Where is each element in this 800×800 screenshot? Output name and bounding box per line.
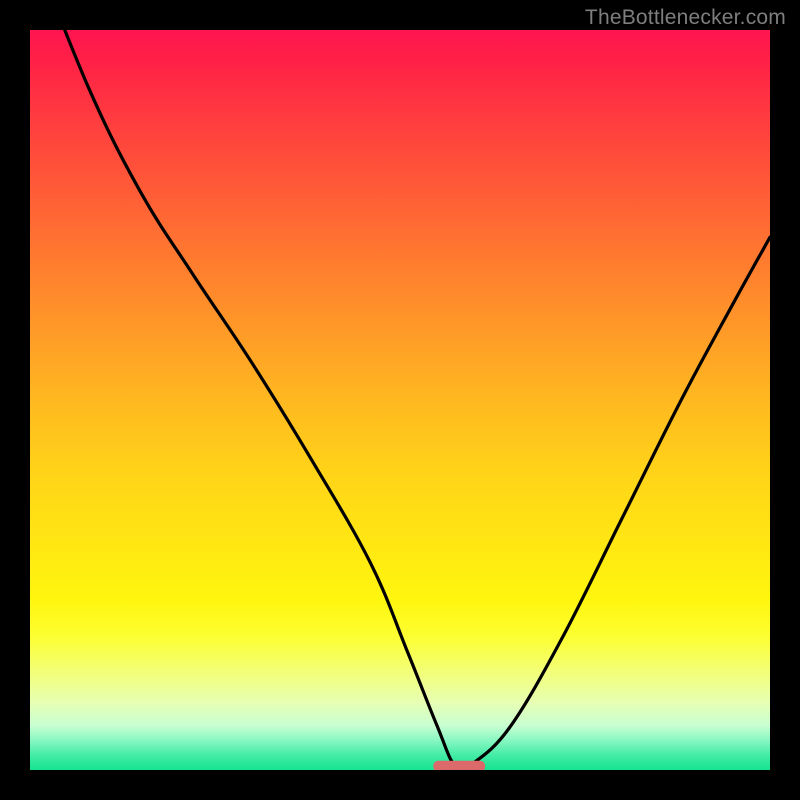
bottleneck-curve: [30, 30, 770, 770]
plot-area: [30, 30, 770, 770]
chart-frame: TheBottlenecker.com: [0, 0, 800, 800]
optimal-marker: [433, 761, 485, 770]
curve-layer: [30, 30, 770, 770]
watermark-text: TheBottlenecker.com: [585, 6, 786, 30]
